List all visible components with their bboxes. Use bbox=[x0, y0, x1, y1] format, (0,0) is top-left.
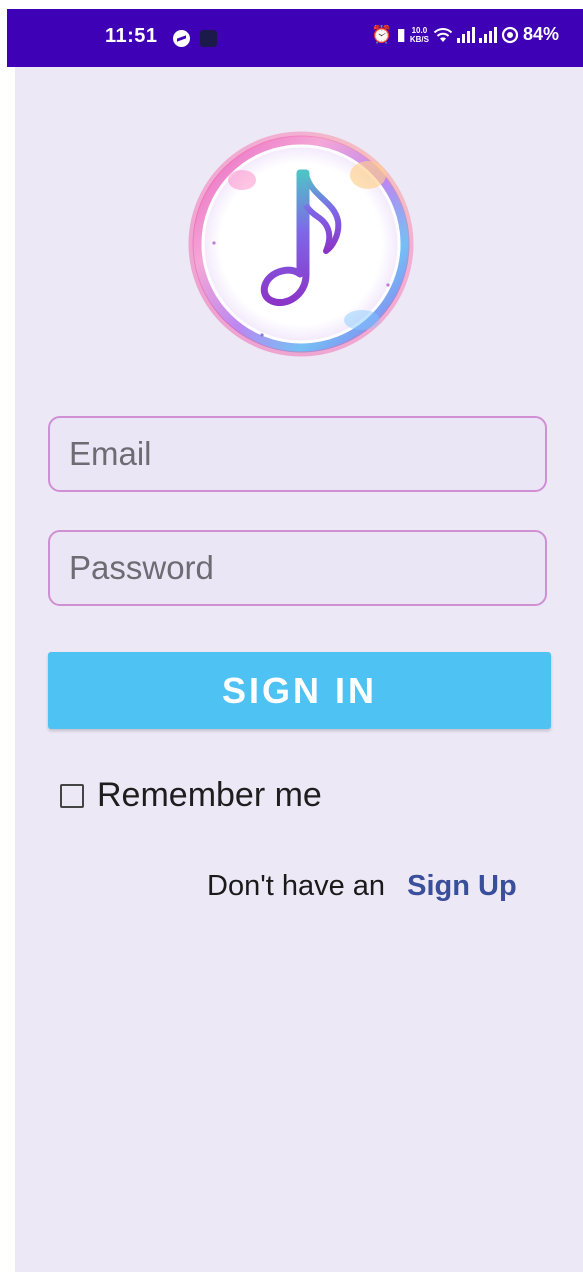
sign-in-button[interactable]: SIGN IN bbox=[48, 652, 551, 729]
login-screen: 11:51 ⏰ ▮ 10.0 KB/S 84% Email SIGN IN Re… bbox=[0, 0, 583, 1272]
password-input[interactable] bbox=[50, 532, 545, 604]
vibrate-icon: ▮ bbox=[396, 25, 406, 44]
notification-icon bbox=[200, 30, 217, 47]
signup-row: Don't have an Sign Up bbox=[207, 870, 517, 903]
network-speed: 10.0 KB/S bbox=[410, 26, 429, 44]
battery-saver-icon bbox=[501, 26, 519, 43]
email-field[interactable] bbox=[48, 416, 547, 492]
status-bar: 11:51 ⏰ ▮ 10.0 KB/S 84% bbox=[7, 9, 583, 67]
alarm-icon: ⏰ bbox=[371, 25, 393, 44]
messenger-icon bbox=[173, 30, 190, 47]
music-note-icon bbox=[183, 126, 419, 362]
signal-icon bbox=[478, 26, 497, 43]
remember-me-label[interactable]: Remember me bbox=[97, 776, 322, 815]
status-time: 11:51 bbox=[105, 25, 158, 47]
remember-me-checkbox[interactable] bbox=[60, 783, 84, 808]
network-speed-value: 10.0 bbox=[411, 25, 428, 35]
network-speed-unit: KB/S bbox=[409, 34, 429, 44]
password-field[interactable] bbox=[48, 530, 547, 606]
remember-me-row[interactable]: Remember me bbox=[60, 776, 322, 815]
email-input[interactable] bbox=[50, 418, 545, 490]
signal-icon bbox=[456, 26, 475, 43]
wifi-icon bbox=[433, 27, 453, 42]
battery-level: 84% bbox=[522, 24, 559, 44]
sign-up-link[interactable]: Sign Up bbox=[407, 870, 517, 902]
status-icons: ⏰ ▮ 10.0 KB/S 84% bbox=[371, 24, 559, 45]
signup-prompt: Don't have an bbox=[207, 870, 386, 902]
